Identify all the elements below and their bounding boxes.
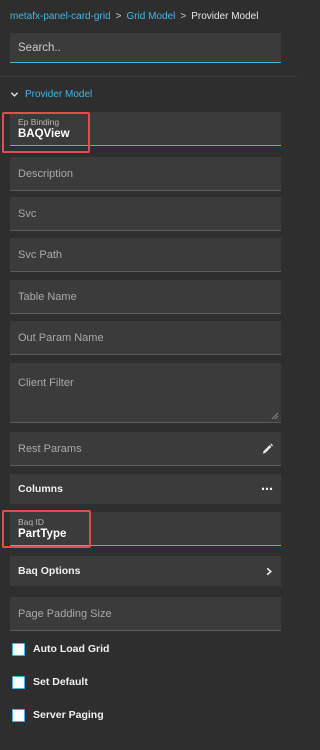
breadcrumb-current: Provider Model (191, 11, 259, 22)
auto-load-grid-checkbox[interactable] (12, 642, 25, 656)
divider (0, 76, 297, 77)
search-input[interactable] (10, 33, 281, 63)
svc-path-field[interactable]: Svc Path (10, 238, 281, 272)
set-default-checkbox[interactable] (12, 675, 25, 689)
pencil-icon[interactable] (262, 443, 273, 454)
set-default-label: Set Default (33, 676, 88, 688)
breadcrumb-link-grid-model[interactable]: Grid Model (126, 11, 175, 22)
breadcrumb-link-panel-card-grid[interactable]: metafx-panel-card-grid (10, 11, 111, 22)
chevron-down-icon (10, 91, 19, 97)
ep-binding-label: Ep Binding (18, 117, 60, 127)
chevron-right-icon[interactable] (265, 567, 273, 576)
description-placeholder: Description (18, 167, 74, 180)
out-param-name-placeholder: Out Param Name (18, 331, 104, 344)
auto-load-grid-checkbox-row[interactable]: Auto Load Grid (12, 642, 109, 656)
resize-handle-icon[interactable] (271, 412, 279, 420)
section-title: Provider Model (25, 88, 93, 100)
baq-id-value: PartType (18, 528, 67, 540)
rest-params-placeholder: Rest Params (18, 442, 82, 455)
svc-path-placeholder: Svc Path (18, 248, 63, 261)
baq-options-row[interactable]: Baq Options (10, 556, 281, 586)
columns-label: Columns (18, 483, 63, 495)
breadcrumb-separator: > (180, 11, 187, 22)
server-paging-label: Server Paging (33, 709, 104, 721)
section-header-provider-model[interactable]: Provider Model (10, 88, 92, 100)
auto-load-grid-label: Auto Load Grid (33, 643, 110, 655)
server-paging-checkbox[interactable] (12, 708, 25, 722)
page-padding-size-field[interactable]: Page Padding Size (10, 597, 281, 631)
ep-binding-field[interactable]: Ep Binding BAQView (10, 112, 281, 146)
ep-binding-value: BAQView (18, 128, 70, 140)
baq-id-field[interactable]: Baq ID PartType (10, 512, 281, 546)
page-padding-size-placeholder: Page Padding Size (18, 607, 112, 620)
baq-options-label: Baq Options (18, 565, 81, 577)
table-name-placeholder: Table Name (18, 290, 77, 303)
more-horizontal-icon[interactable]: ⋯ (261, 482, 273, 496)
out-param-name-field[interactable]: Out Param Name (10, 321, 281, 355)
baq-id-label: Baq ID (18, 517, 44, 527)
description-field[interactable]: Description (10, 157, 281, 191)
breadcrumb: metafx-panel-card-grid > Grid Model > Pr… (10, 11, 258, 22)
set-default-checkbox-row[interactable]: Set Default (12, 675, 88, 689)
svc-placeholder: Svc (18, 207, 37, 220)
rest-params-field[interactable]: Rest Params (10, 432, 281, 466)
client-filter-placeholder: Client Filter (18, 377, 74, 389)
table-name-field[interactable]: Table Name (10, 280, 281, 314)
server-paging-checkbox-row[interactable]: Server Paging (12, 708, 104, 722)
client-filter-textarea[interactable]: Client Filter (10, 363, 281, 423)
breadcrumb-separator: > (115, 11, 122, 22)
columns-row[interactable]: Columns ⋯ (10, 474, 281, 504)
svc-field[interactable]: Svc (10, 197, 281, 231)
